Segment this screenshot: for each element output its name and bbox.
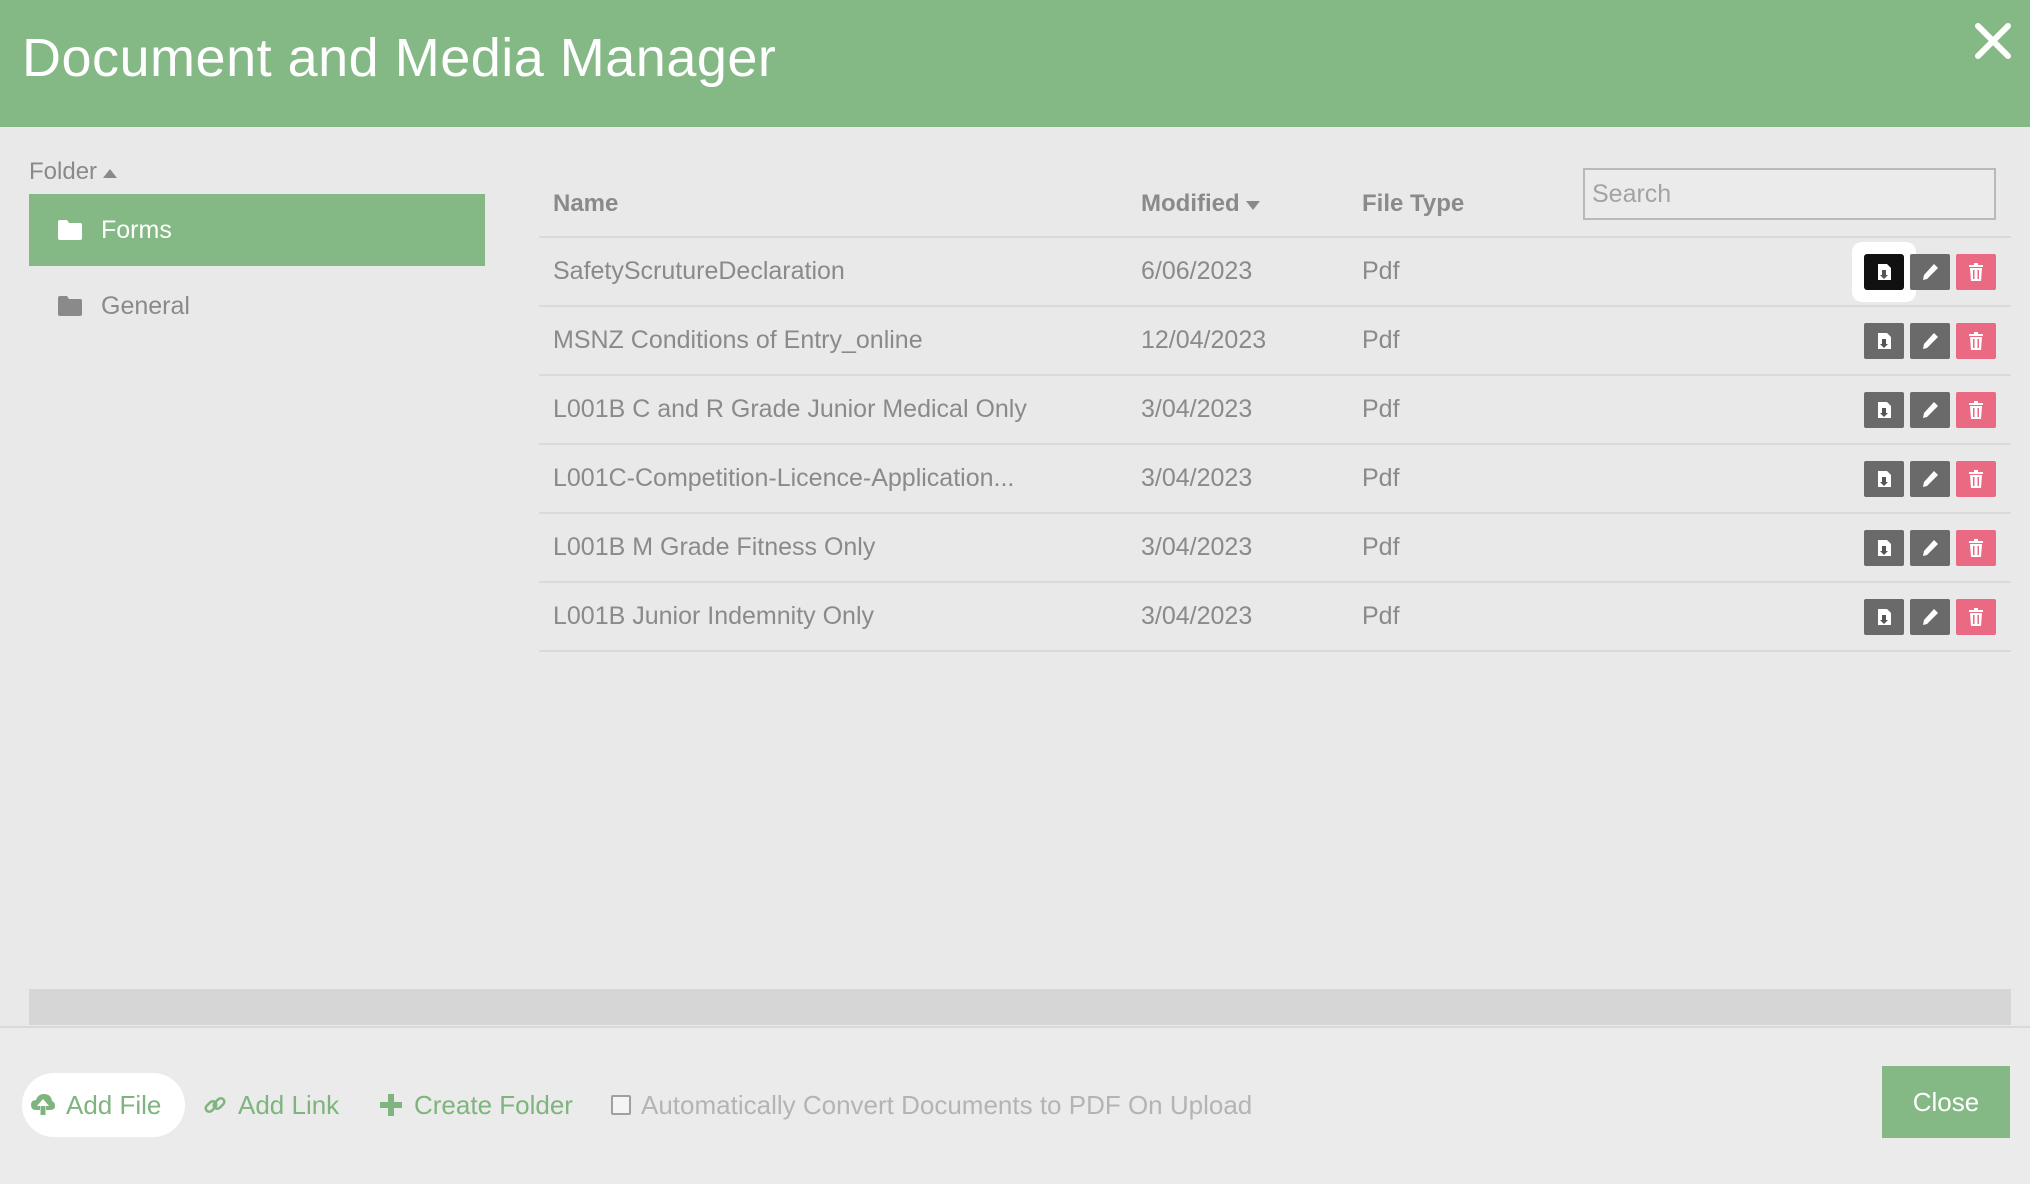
file-name[interactable]: L001B Junior Indemnity Only xyxy=(553,583,874,650)
table-row[interactable]: MSNZ Conditions of Entry_online 12/04/202… xyxy=(539,307,2011,376)
pencil-icon[interactable] xyxy=(1910,599,1950,635)
trash-icon[interactable] xyxy=(1956,254,1996,290)
file-type: Pdf xyxy=(1362,395,1400,423)
file-modified-date: 12/04/2023 xyxy=(1141,326,1267,354)
trash-icon[interactable] xyxy=(1956,530,1996,566)
file-name[interactable]: SafetyScrutureDeclaration xyxy=(553,238,845,305)
file-name[interactable]: L001B C and R Grade Junior Medical Only xyxy=(553,376,1027,443)
table-row[interactable]: L001B M Grade Fitness Only 3/04/2023 Pdf xyxy=(539,514,2011,583)
close-button[interactable]: Close xyxy=(1882,1066,2010,1138)
add-file-button[interactable]: Add File xyxy=(22,1073,186,1137)
download-icon[interactable] xyxy=(1864,392,1904,428)
file-type: Pdf xyxy=(1362,257,1400,285)
trash-icon[interactable] xyxy=(1956,323,1996,359)
file-name[interactable]: L001C-Competition-Licence-Application... xyxy=(553,445,1014,512)
sort-descending-icon xyxy=(1245,200,1260,210)
file-type: Pdf xyxy=(1362,533,1400,561)
create-folder-button[interactable]: Create Folder xyxy=(378,1073,573,1137)
column-header-file-type[interactable]: File Type xyxy=(1362,190,1464,218)
download-icon[interactable] xyxy=(1864,461,1904,497)
row-actions xyxy=(1864,323,1996,359)
folder-item-label: General xyxy=(101,291,190,320)
link-icon xyxy=(202,1092,228,1118)
pencil-icon[interactable] xyxy=(1910,254,1950,290)
file-name[interactable]: MSNZ Conditions of Entry_online xyxy=(553,307,923,374)
file-modified-date: 3/04/2023 xyxy=(1141,602,1253,630)
dialog-title: Document and Media Manager xyxy=(22,28,777,88)
folder-item-general[interactable]: General xyxy=(29,270,485,342)
column-header-modified-label: Modified xyxy=(1141,190,1240,217)
horizontal-scrollbar[interactable] xyxy=(29,989,2011,1025)
download-icon[interactable] xyxy=(1864,323,1904,359)
column-header-name[interactable]: Name xyxy=(553,190,618,218)
convert-to-pdf-checkbox[interactable] xyxy=(611,1095,631,1115)
create-folder-label: Create Folder xyxy=(414,1089,573,1120)
folder-heading-label: Folder xyxy=(29,158,98,185)
pencil-icon[interactable] xyxy=(1910,530,1950,566)
trash-icon[interactable] xyxy=(1956,599,1996,635)
folder-item-label: Forms xyxy=(101,215,172,244)
row-actions xyxy=(1864,392,1996,428)
folder-icon xyxy=(57,219,83,241)
convert-to-pdf-label: Automatically Convert Documents to PDF O… xyxy=(641,1089,1253,1120)
add-file-label: Add File xyxy=(66,1089,162,1120)
row-actions xyxy=(1864,530,1996,566)
files-table: Name Modified File Type SafetyScrutureDe… xyxy=(539,172,2011,652)
pencil-icon[interactable] xyxy=(1910,323,1950,359)
file-type: Pdf xyxy=(1362,326,1400,354)
file-modified-date: 6/06/2023 xyxy=(1141,257,1253,285)
row-actions xyxy=(1864,599,1996,635)
folder-item-forms[interactable]: Forms xyxy=(29,194,485,266)
close-x-icon[interactable] xyxy=(1968,16,2018,66)
file-type: Pdf xyxy=(1362,602,1400,630)
file-modified-date: 3/04/2023 xyxy=(1141,395,1253,423)
file-modified-date: 3/04/2023 xyxy=(1141,464,1253,492)
cloud-upload-icon xyxy=(30,1092,56,1118)
convert-to-pdf-option[interactable]: Automatically Convert Documents to PDF O… xyxy=(611,1073,1252,1137)
dialog-footer: Add File Add Link Create Folder Automati… xyxy=(0,1026,2030,1184)
column-header-modified[interactable]: Modified xyxy=(1141,190,1260,218)
plus-icon xyxy=(378,1092,404,1118)
table-row[interactable]: L001C-Competition-Licence-Application...… xyxy=(539,445,2011,514)
file-type: Pdf xyxy=(1362,464,1400,492)
folder-column-header[interactable]: Folder xyxy=(29,150,485,194)
download-icon[interactable] xyxy=(1864,254,1904,290)
table-row[interactable]: L001B C and R Grade Junior Medical Only 3… xyxy=(539,376,2011,445)
file-name[interactable]: L001B M Grade Fitness Only xyxy=(553,514,875,581)
table-header: Name Modified File Type xyxy=(539,172,2011,238)
sort-ascending-icon xyxy=(103,168,118,178)
add-link-button[interactable]: Add Link xyxy=(202,1073,339,1137)
add-link-label: Add Link xyxy=(238,1089,340,1120)
pencil-icon[interactable] xyxy=(1910,461,1950,497)
dialog-header: Document and Media Manager xyxy=(0,0,2030,127)
file-modified-date: 3/04/2023 xyxy=(1141,533,1253,561)
pencil-icon[interactable] xyxy=(1910,392,1950,428)
trash-icon[interactable] xyxy=(1956,392,1996,428)
row-actions xyxy=(1864,461,1996,497)
row-actions xyxy=(1864,254,1996,290)
trash-icon[interactable] xyxy=(1956,461,1996,497)
table-row[interactable]: L001B Junior Indemnity Only 3/04/2023 Pdf xyxy=(539,583,2011,652)
folder-icon xyxy=(57,295,83,317)
download-icon[interactable] xyxy=(1864,599,1904,635)
folder-pane: Folder Forms General xyxy=(29,150,485,342)
table-row[interactable]: SafetyScrutureDeclaration 6/06/2023 Pdf xyxy=(539,238,2011,307)
download-icon[interactable] xyxy=(1864,530,1904,566)
